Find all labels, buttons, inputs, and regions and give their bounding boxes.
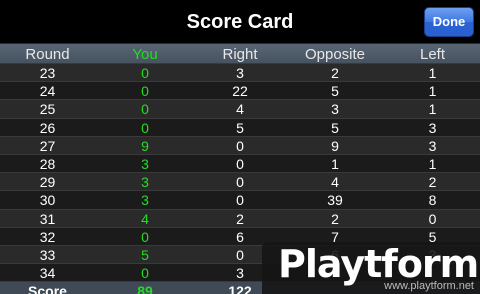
left-score-cell: 1 bbox=[428, 156, 437, 173]
opposite-score-cell: 5 bbox=[331, 119, 339, 136]
round-cell: 29 bbox=[39, 174, 56, 191]
you-score-cell: 0 bbox=[141, 228, 149, 245]
round-cell: 34 bbox=[39, 265, 56, 282]
table-row: 23 0 3 2 1 bbox=[0, 64, 480, 83]
round-cell: 32 bbox=[39, 228, 56, 245]
table-row: 31 4 2 2 0 bbox=[0, 209, 480, 228]
you-score-cell: 3 bbox=[141, 174, 149, 191]
navigation-bar: Score Card Done bbox=[0, 0, 480, 44]
column-header-right: Right bbox=[222, 45, 258, 63]
you-score-cell: 4 bbox=[141, 210, 149, 227]
table-row: 30 3 0 39 8 bbox=[0, 191, 480, 210]
round-cell: 24 bbox=[39, 83, 56, 100]
right-score-cell: 3 bbox=[236, 65, 244, 82]
right-score-cell: 4 bbox=[236, 101, 244, 118]
you-score-cell: 5 bbox=[141, 246, 149, 263]
round-cell: 33 bbox=[39, 246, 56, 263]
column-header-opposite: Opposite bbox=[304, 45, 366, 63]
table-header-row: Round You Right Opposite Left bbox=[0, 44, 480, 64]
playtform-watermark: Playtform www.playtform.net bbox=[262, 242, 480, 294]
page-title: Score Card bbox=[186, 11, 294, 33]
opposite-score-cell: 2 bbox=[331, 65, 339, 82]
right-score-cell: 0 bbox=[236, 137, 244, 154]
opposite-score-cell: 9 bbox=[331, 137, 339, 154]
you-total-score: 89 bbox=[137, 283, 153, 294]
round-cell: 23 bbox=[39, 65, 56, 82]
right-score-cell: 0 bbox=[236, 192, 244, 209]
table-row: 27 9 0 9 3 bbox=[0, 136, 480, 156]
you-score-cell: 9 bbox=[141, 137, 149, 154]
left-score-cell: 0 bbox=[428, 210, 437, 227]
you-score-cell: 0 bbox=[141, 265, 149, 282]
column-header-left: Left bbox=[419, 45, 446, 63]
right-score-cell: 5 bbox=[236, 119, 244, 136]
left-score-cell: 3 bbox=[428, 119, 437, 136]
table-row: 24 0 22 5 1 bbox=[0, 82, 480, 101]
table-row: 29 3 0 4 2 bbox=[0, 173, 480, 192]
left-score-cell: 2 bbox=[428, 174, 437, 191]
opposite-score-cell: 4 bbox=[331, 174, 339, 191]
you-score-cell: 3 bbox=[141, 156, 149, 173]
round-cell: 26 bbox=[39, 119, 56, 136]
left-score-cell: 1 bbox=[428, 83, 437, 100]
left-score-cell: 1 bbox=[428, 65, 437, 82]
round-cell: 31 bbox=[39, 210, 56, 227]
you-score-cell: 0 bbox=[141, 101, 149, 118]
score-label: Score bbox=[28, 283, 67, 294]
opposite-score-cell: 5 bbox=[331, 83, 339, 100]
column-header-you: You bbox=[132, 45, 158, 63]
you-score-cell: 3 bbox=[141, 192, 149, 209]
right-score-cell: 22 bbox=[232, 83, 248, 100]
table-row: 28 3 0 1 1 bbox=[0, 154, 480, 174]
column-header-round: Round bbox=[25, 45, 70, 63]
opposite-score-cell: 2 bbox=[331, 210, 339, 227]
table-row: 25 0 4 3 1 bbox=[0, 100, 480, 119]
opposite-score-cell: 3 bbox=[331, 101, 339, 118]
done-button[interactable]: Done bbox=[424, 7, 474, 37]
right-score-cell: 2 bbox=[236, 210, 244, 227]
round-cell: 25 bbox=[39, 101, 56, 118]
round-cell: 30 bbox=[39, 192, 56, 209]
watermark-url: www.playtform.net bbox=[384, 280, 474, 292]
left-score-cell: 3 bbox=[428, 137, 437, 154]
you-score-cell: 0 bbox=[141, 119, 149, 136]
table-row: 26 0 5 5 3 bbox=[0, 118, 480, 137]
opposite-score-cell: 1 bbox=[331, 156, 339, 173]
round-cell: 27 bbox=[39, 137, 56, 154]
right-score-cell: 0 bbox=[236, 174, 244, 191]
score-card-screen: Score Card Done Round You Right Opposite… bbox=[0, 0, 480, 294]
right-score-cell: 0 bbox=[236, 156, 244, 173]
left-score-cell: 1 bbox=[428, 101, 437, 118]
you-score-cell: 0 bbox=[141, 83, 149, 100]
opposite-score-cell: 39 bbox=[327, 192, 343, 209]
watermark-logo: Playtform bbox=[278, 242, 479, 286]
left-score-cell: 8 bbox=[428, 192, 437, 209]
round-cell: 28 bbox=[39, 156, 56, 173]
you-score-cell: 0 bbox=[141, 65, 149, 82]
